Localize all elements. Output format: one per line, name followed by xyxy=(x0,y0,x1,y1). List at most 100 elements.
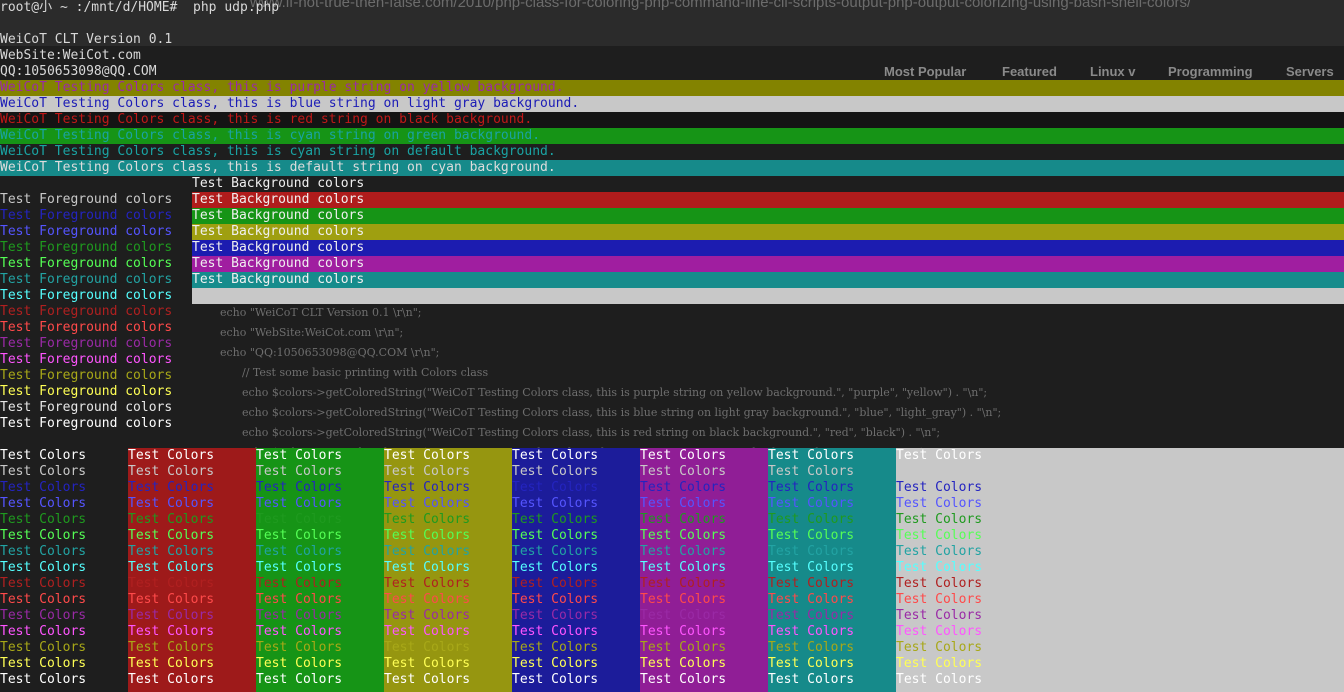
matrix-cell: Test Colors xyxy=(512,576,599,591)
matrix-cell: Test Colors xyxy=(384,496,471,511)
matrix-cell: Test Colors xyxy=(384,624,471,639)
matrix-cell: Test Colors xyxy=(512,496,599,511)
matrix-cell: Test Colors xyxy=(768,560,855,575)
matrix-cell: Test Colors xyxy=(640,560,727,575)
shell-prompt: root@小 ~ :/mnt/d/HOME# php udp.php xyxy=(0,0,279,16)
fg-test-line: Test Foreground colors xyxy=(0,400,173,415)
editor-code-line: echo $colors->getColoredString("WeiCoT T… xyxy=(242,386,988,399)
command-text: php udp.php xyxy=(193,0,280,15)
fg-test-line: Test Foreground colors xyxy=(0,192,173,207)
matrix-cell: Test Colors xyxy=(128,576,215,591)
banner-line: WeiCoT Testing Colors class, this is def… xyxy=(0,160,1344,176)
matrix-cell: Test Colors xyxy=(384,608,471,623)
matrix-cell: Test Colors xyxy=(640,448,727,463)
bg-test-fill xyxy=(192,288,1344,304)
matrix-cell: Test Colors xyxy=(128,512,215,527)
matrix-cell: Test Colors xyxy=(256,512,343,527)
matrix-cell: Test Colors xyxy=(256,496,343,511)
matrix-cell: Test Colors xyxy=(640,624,727,639)
matrix-cell: Test Colors xyxy=(0,480,87,495)
matrix-cell: Test Colors xyxy=(768,544,855,559)
editor-code-line: echo "QQ:1050653098@QQ.COM \r\n"; xyxy=(220,346,440,359)
banner-line: WeiCoT Testing Colors class, this is blu… xyxy=(0,96,1344,112)
matrix-cell: Test Colors xyxy=(256,624,343,639)
fg-test-line: Test Foreground colors xyxy=(0,224,173,239)
matrix-cell: Test Colors xyxy=(128,496,215,511)
fg-test-line: Test Foreground colors xyxy=(0,320,173,335)
matrix-cell: Test Colors xyxy=(128,464,215,479)
matrix-cell: Test Colors xyxy=(256,672,343,687)
matrix-cell: Test Colors xyxy=(512,656,599,671)
matrix-cell: Test Colors xyxy=(768,576,855,591)
matrix-cell: Test Colors xyxy=(0,448,87,463)
matrix-cell: Test Colors xyxy=(640,512,727,527)
header-line: WebSite:WeiCot.com xyxy=(0,48,141,63)
matrix-cell: Test Colors xyxy=(512,512,599,527)
matrix-cell: Test Colors xyxy=(128,624,215,639)
matrix-cell: Test Colors xyxy=(768,512,855,527)
matrix-cell: Test Colors xyxy=(0,640,87,655)
matrix-cell: Test Colors xyxy=(768,480,855,495)
matrix-cell: Test Colors xyxy=(128,656,215,671)
matrix-cell: Test Colors xyxy=(512,640,599,655)
fg-test-line: Test Foreground colors xyxy=(0,240,173,255)
matrix-cell: Test Colors xyxy=(768,624,855,639)
bg-test-line: Test Background colors xyxy=(192,208,1344,224)
matrix-cell: Test Colors xyxy=(128,592,215,607)
matrix-cell: Test Colors xyxy=(640,640,727,655)
matrix-cell: Test Colors xyxy=(128,544,215,559)
fg-test-line: Test Foreground colors xyxy=(0,368,173,383)
matrix-cell: Test Colors xyxy=(256,480,343,495)
matrix-cell: Test Colors xyxy=(384,480,471,495)
nav-programming: Programming xyxy=(1168,64,1253,79)
matrix-cell: Test Colors xyxy=(896,592,983,607)
matrix-cell: Test Colors xyxy=(768,640,855,655)
fg-test-line: Test Foreground colors xyxy=(0,352,173,367)
matrix-cell: Test Colors xyxy=(768,592,855,607)
matrix-cell: Test Colors xyxy=(128,672,215,687)
matrix-cell: Test Colors xyxy=(0,512,87,527)
matrix-cell: Test Colors xyxy=(0,528,87,543)
nav-featured: Featured xyxy=(1002,64,1057,79)
matrix-cell: Test Colors xyxy=(384,560,471,575)
editor-code-line: echo "WebSite:WeiCot.com \r\n"; xyxy=(220,326,404,339)
header-line: QQ:1050653098@QQ.COM xyxy=(0,64,157,79)
fg-test-line: Test Foreground colors xyxy=(0,416,173,431)
fg-test-line: Test Foreground colors xyxy=(0,336,173,351)
matrix-cell: Test Colors xyxy=(0,544,87,559)
matrix-cell: Test Colors xyxy=(128,608,215,623)
bg-test-line: Test Background colors xyxy=(192,192,1344,208)
matrix-cell: Test Colors xyxy=(640,480,727,495)
matrix-cell: Test Colors xyxy=(768,496,855,511)
matrix-cell: Test Colors xyxy=(512,544,599,559)
browser-url-text: www.if-not-true-then-false.com/2010/php-… xyxy=(250,0,1192,11)
matrix-cell: Test Colors xyxy=(384,464,471,479)
header-line: WeiCoT CLT Version 0.1 xyxy=(0,32,173,47)
matrix-cell: Test Colors xyxy=(640,656,727,671)
matrix-cell: Test Colors xyxy=(512,560,599,575)
matrix-cell: Test Colors xyxy=(256,576,343,591)
matrix-cell: Test Colors xyxy=(640,608,727,623)
matrix-cell: Test Colors xyxy=(256,640,343,655)
matrix-cell: Test Colors xyxy=(384,640,471,655)
matrix-cell: Test Colors xyxy=(896,576,983,591)
matrix-cell: Test Colors xyxy=(128,560,215,575)
matrix-cell: Test Colors xyxy=(0,576,87,591)
matrix-cell: Test Colors xyxy=(512,608,599,623)
nav-servers: Servers xyxy=(1286,64,1334,79)
matrix-cell: Test Colors xyxy=(640,544,727,559)
matrix-cell: Test Colors xyxy=(128,640,215,655)
matrix-cell: Test Colors xyxy=(896,608,983,623)
prompt-text: root@小 ~ :/mnt/d/HOME# xyxy=(0,0,178,15)
bg-test-line: Test Background colors xyxy=(192,240,1344,256)
matrix-cell: Test Colors xyxy=(768,448,855,463)
banner-line: WeiCoT Testing Colors class, this is red… xyxy=(0,112,1344,128)
matrix-cell: Test Colors xyxy=(896,544,983,559)
matrix-cell: Test Colors xyxy=(768,656,855,671)
matrix-cell: Test Colors xyxy=(896,464,983,479)
matrix-cell: Test Colors xyxy=(384,512,471,527)
matrix-cell: Test Colors xyxy=(896,512,983,527)
banner-line: WeiCoT Testing Colors class, this is cya… xyxy=(0,144,556,159)
matrix-cell: Test Colors xyxy=(896,672,983,687)
matrix-cell: Test Colors xyxy=(896,480,983,495)
